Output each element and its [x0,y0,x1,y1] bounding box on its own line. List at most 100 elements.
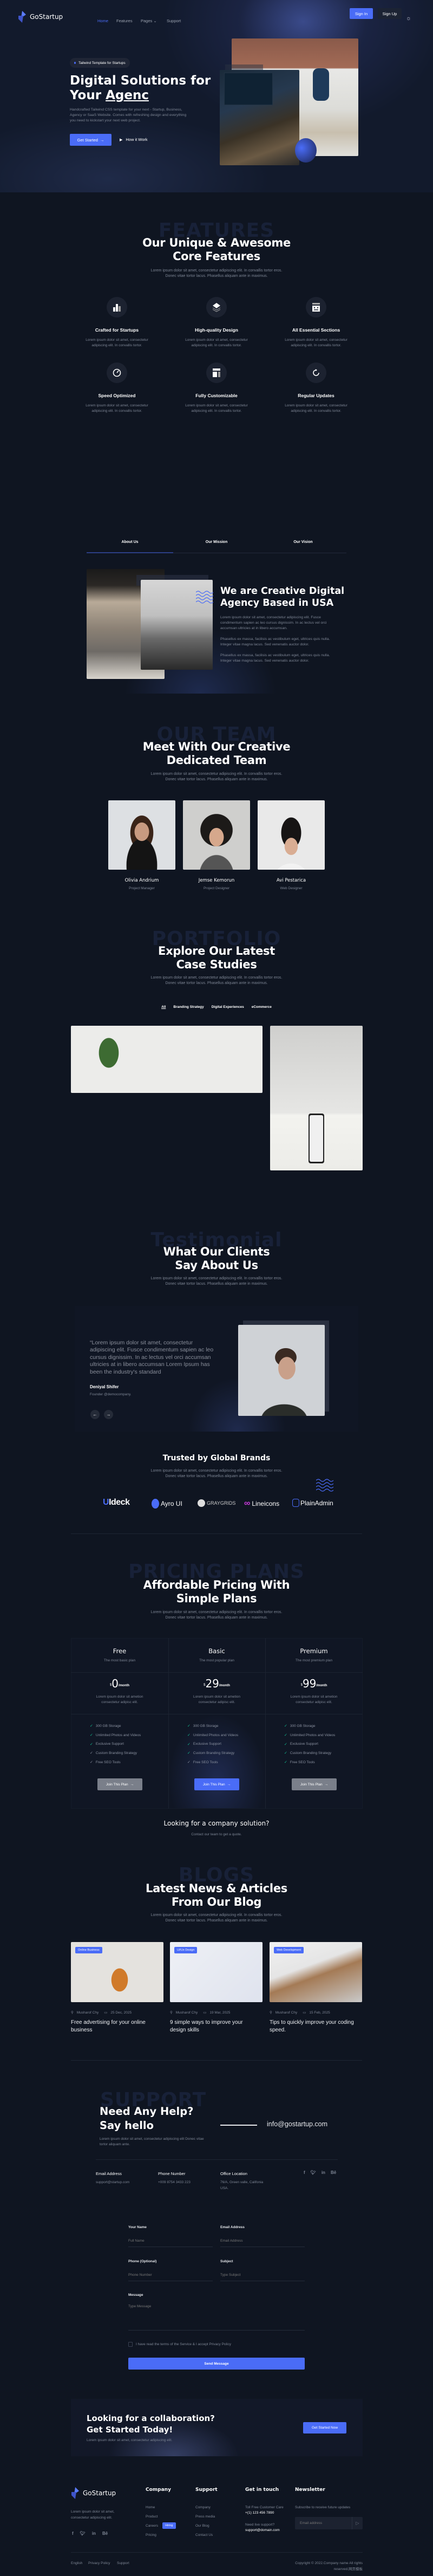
behance-icon[interactable]: Bē [331,2170,336,2175]
brand-logo[interactable]: GoStartup [18,11,63,23]
user-icon: ⚲ [71,2011,74,2015]
support-email[interactable]: info@gostartup.com [267,2120,327,2128]
prev-button[interactable]: ← [90,1410,100,1419]
phone-input[interactable] [128,2269,213,2281]
filter-ecommerce[interactable]: eCommerce [252,1005,272,1009]
newsletter-email-input[interactable] [295,2517,352,2529]
plan-feature-label: 300 GB Storage [290,1724,316,1728]
feature-desc: Lorem ipsum dolor sit amet, consectetur … [285,404,347,413]
message-input[interactable] [128,2305,305,2331]
join-plan-button[interactable]: Join This Plan → [292,1778,337,1790]
get-started-button[interactable]: Get Started → [70,134,111,146]
next-button[interactable]: → [104,1410,113,1419]
facebook-icon[interactable]: f [304,2170,305,2175]
subject-input[interactable] [220,2269,305,2281]
footer-link-blog[interactable]: Our Blog [195,2524,209,2528]
footer-link-product[interactable]: Product [146,2515,158,2519]
filter-digital-experiences[interactable]: Digital Experiences [212,1005,244,1009]
behance-icon[interactable]: Bē [102,2531,108,2536]
check-icon: ✓ [90,1724,93,1729]
uideck-logo-text: UIdeck [103,1498,130,1507]
footer-bottom-support[interactable]: Support [117,2561,129,2565]
portfolio-item-phone[interactable] [270,1026,363,1170]
team-title-line2: Dedicated Team [166,754,267,767]
footer-link-press[interactable]: Press media [195,2515,215,2519]
nav-features[interactable]: Features [116,18,133,23]
join-plan-button[interactable]: Join This Plan → [194,1778,239,1790]
send-message-button[interactable]: Send Message [128,2358,305,2370]
blog-category-badge[interactable]: UI/Ux Design [174,1947,198,1953]
support-description: Lorem ipsum dolor sit amet, consectetur … [100,2137,204,2146]
get-started-now-button[interactable]: Get Started Now [303,2422,346,2433]
blog-title-link[interactable]: Free advertising for your online busines… [71,2019,160,2034]
sun-icon[interactable]: ☼ [406,15,411,22]
twitter-icon[interactable]: 🐦︎ [311,2170,316,2175]
testimonial-title-line1: What Our Clients [163,1245,270,1258]
hero-badge: Tailwind Template for Startups [70,58,130,68]
terms-checkbox[interactable] [128,2342,133,2347]
sign-up-button[interactable]: Sign Up [378,8,402,19]
tab-about-us[interactable]: About Us [87,539,173,553]
testimonial-author: Deniyal Shifer [90,1384,119,1389]
footer-bottom-privacy[interactable]: Privacy Policy [88,2561,110,2565]
footer-link-careers[interactable]: Careers [146,2524,158,2528]
nav-home[interactable]: Home [97,18,108,23]
tab-our-vision[interactable]: Our Vision [260,539,346,553]
footer-brand[interactable]: GoStartup [71,2487,116,2500]
nav-support[interactable]: Support [167,18,181,23]
nav-pages[interactable]: Pages ⌄ [141,18,157,23]
footer-link-company[interactable]: Company [195,2506,211,2509]
live-support-email[interactable]: support@domain.com [245,2528,280,2532]
divider [168,1638,169,1809]
features-subtitle-text: Lorem ipsum dolor sit amet, consectetur … [150,269,283,278]
blog-category-badge[interactable]: Web Development [274,1947,304,1953]
footer-link-contact[interactable]: Contact Us [195,2533,213,2537]
plan-feature-label: Exclusive Support [193,1742,221,1746]
linkedin-icon[interactable]: in [92,2531,96,2536]
check-icon: ✓ [187,1724,191,1729]
send-icon[interactable]: ▷ [352,2517,363,2529]
plan-feature-label: Exclusive Support [290,1742,318,1746]
plan-tagline: The most basic plan [103,1659,136,1662]
portfolio-item-plant[interactable] [71,1026,263,1093]
portfolio-title-line2: Case Studies [176,958,257,971]
portfolio-subtitle: Lorem ipsum dolor sit amet, consectetur … [0,975,433,986]
join-plan-button[interactable]: Join This Plan → [97,1778,142,1790]
footer-link-home[interactable]: Home [146,2506,155,2509]
sign-in-button[interactable]: Sign In [350,8,373,19]
filter-branding-strategy[interactable]: Branding Strategy [173,1005,204,1009]
linkedin-icon[interactable]: in [322,2170,325,2175]
plan-feature-label: Free SEO Tools [95,1760,121,1764]
plan-tagline: The most popular plan [199,1659,234,1662]
newsletter-form: ▷ [295,2517,363,2529]
cta-title-line2: Get Started Today! [87,2425,173,2435]
twitter-icon[interactable]: 🐦︎ [80,2531,86,2536]
arrow-right-icon: → [130,1782,134,1787]
infinity-icon: ∞ [244,1499,251,1508]
blog-title-link[interactable]: 9 simple ways to improve your design ski… [170,2019,259,2034]
testimonial-title: What Our Clients Say About Us [0,1245,433,1272]
refresh-icon [306,363,326,383]
filter-all[interactable]: All [161,1005,166,1009]
subject-label: Subject [220,2260,233,2263]
facebook-icon[interactable]: f [72,2531,74,2536]
hero-title-line1: Digital Solutions for [70,74,211,88]
plan-name: Premium [300,1647,328,1655]
features-title: Our Unique & Awesome Core Features [0,236,433,263]
terms-label: I have read the terms of the Service & I… [136,2342,231,2346]
footer-bottom-english[interactable]: English [71,2561,82,2565]
speedometer-icon [107,363,127,383]
toll-free-number[interactable]: +(1) 123 456 7890 [245,2511,274,2515]
tab-our-mission[interactable]: Our Mission [173,539,260,553]
support-title: Need Any Help? Say hello [100,2105,194,2133]
brand-name: GoStartup [30,13,63,21]
blog-title-link[interactable]: Tips to quickly improve your coding spee… [270,2019,359,2034]
name-input[interactable] [128,2235,213,2247]
footer-link-pricing[interactable]: Pricing [146,2533,156,2537]
check-icon: ✓ [284,1733,287,1738]
brands-title: Trusted by Global Brands [162,1454,271,1462]
how-it-work-button[interactable]: ▶ How it Work [120,137,148,142]
feature-card: Speed Optimized Lorem ipsum dolor sit am… [68,363,166,414]
blog-category-badge[interactable]: Online Business [75,1947,102,1953]
email-input[interactable] [220,2235,305,2247]
